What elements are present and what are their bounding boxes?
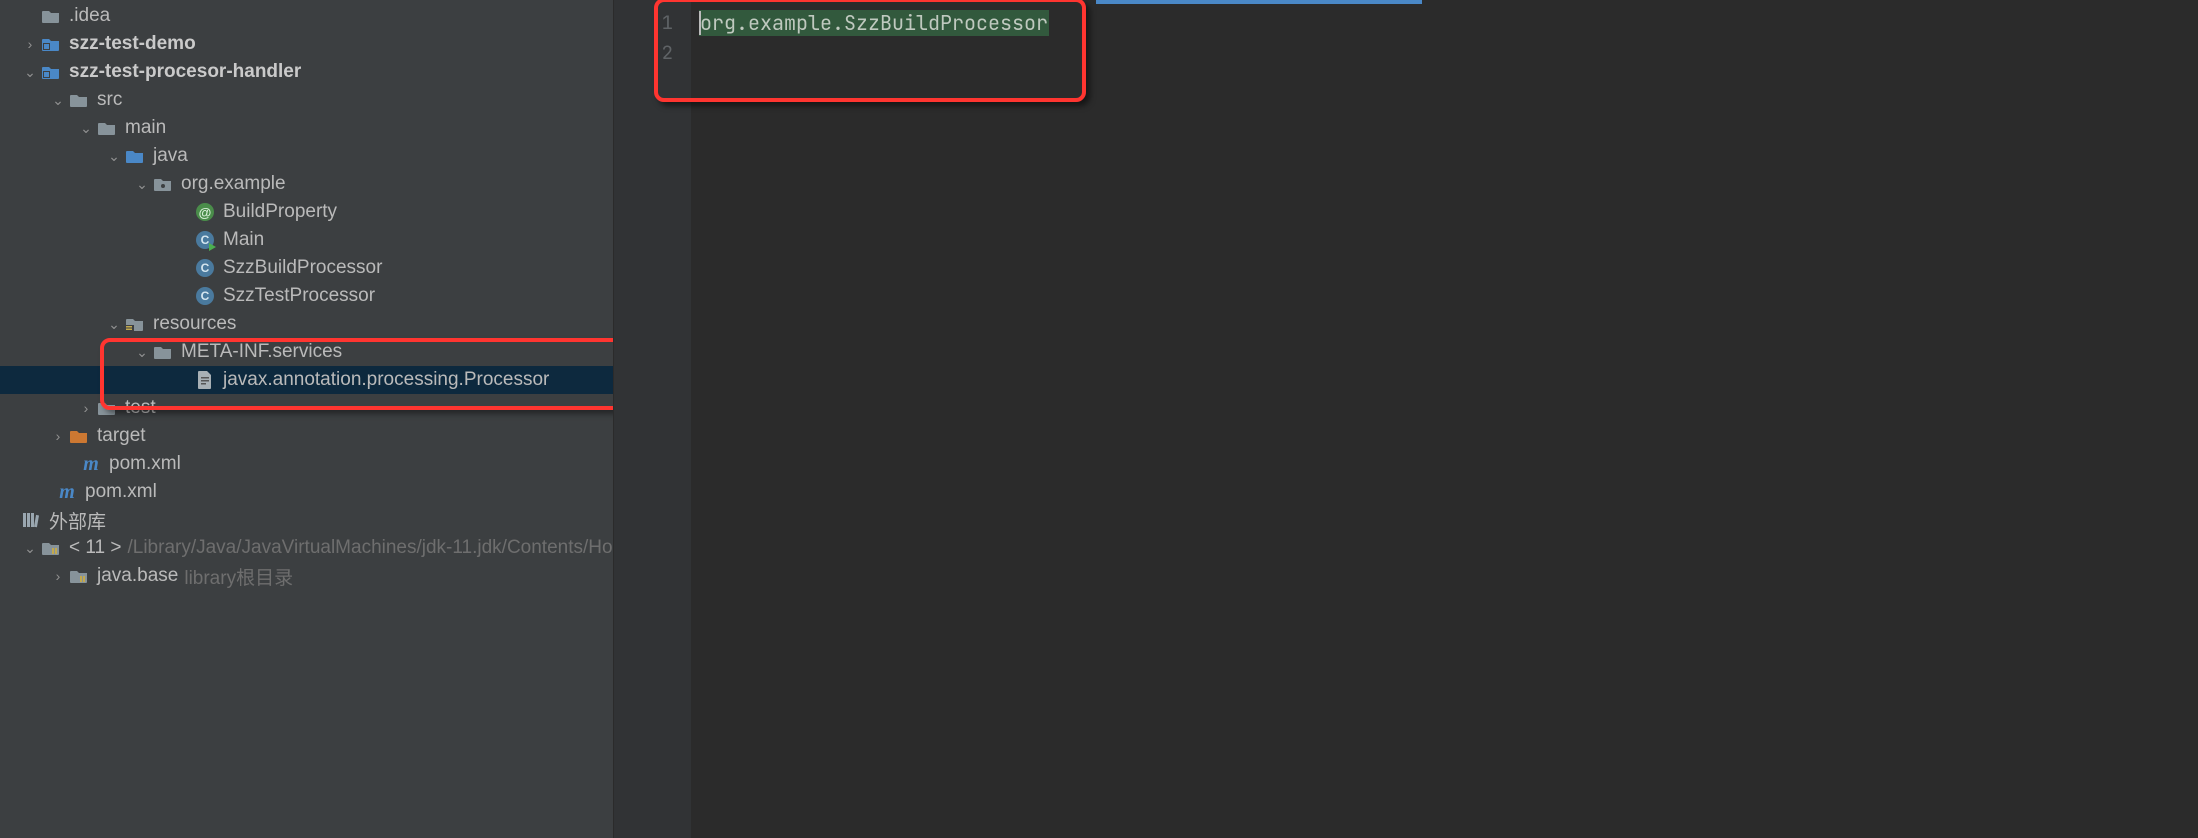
tree-item[interactable]: @ BuildProperty [0, 198, 613, 226]
tree-disclosure-icon[interactable]: ⌄ [132, 344, 152, 361]
folder-gray-icon [96, 397, 118, 419]
tree-disclosure-icon[interactable]: ⌄ [20, 540, 40, 557]
lib-icon [20, 509, 42, 531]
tree-item-label: pom.xml [109, 453, 181, 475]
tree-item[interactable]: C Main [0, 226, 613, 254]
tree-item[interactable]: ⌄ szz-test-procesor-handler [0, 58, 613, 86]
folder-gray-icon [96, 117, 118, 139]
tree-disclosure-icon[interactable]: ⌄ [76, 120, 96, 137]
active-tab-indicator [1096, 0, 1422, 4]
tree-disclosure-icon[interactable]: › [20, 36, 40, 52]
line-number: 2 [614, 38, 691, 68]
tree-disclosure-icon[interactable]: ⌄ [104, 148, 124, 165]
tree-disclosure-icon[interactable]: ⌄ [104, 316, 124, 333]
runclass-icon: C [194, 229, 216, 251]
tree-item[interactable]: › test [0, 394, 613, 422]
tree-item-label: test [125, 397, 156, 419]
tree-item[interactable]: ⌄ META-INF.services [0, 338, 613, 366]
tree-item[interactable]: .idea [0, 2, 613, 30]
editor-gutter: 1 2 [613, 0, 691, 838]
folder-lib-icon [40, 537, 62, 559]
tree-disclosure-icon[interactable]: › [76, 400, 96, 416]
tree-item[interactable]: ⌄ src [0, 86, 613, 114]
tree-item[interactable]: 外部库 [0, 506, 613, 534]
tree-item-label: < 11 > [69, 537, 121, 559]
editor-line-1[interactable]: org.example.SzzBuildProcessor [699, 10, 1049, 36]
tree-disclosure-icon[interactable]: ⌄ [132, 176, 152, 193]
tree-item-label: SzzBuildProcessor [223, 257, 382, 279]
module-icon [40, 61, 62, 83]
file-icon [194, 369, 216, 391]
tree-item-label: target [97, 425, 146, 447]
tree-item-label: java.base [97, 565, 178, 587]
tree-item-label: src [97, 89, 122, 111]
tree-item-label: szz-test-procesor-handler [69, 61, 301, 83]
folder-lib-icon [68, 565, 90, 587]
class-icon: C [194, 257, 216, 279]
tree-disclosure-icon[interactable]: ⌄ [48, 92, 68, 109]
tree-item-label: .idea [69, 5, 110, 27]
tree-item-label: resources [153, 313, 236, 335]
tree-item-label: szz-test-demo [69, 33, 196, 55]
tree-item[interactable]: ⌄ org.example [0, 170, 613, 198]
folder-gray-icon [68, 89, 90, 111]
tree-item[interactable]: › target [0, 422, 613, 450]
tree-item-label: pom.xml [85, 481, 157, 503]
tree-item[interactable]: m pom.xml [0, 450, 613, 478]
tree-item[interactable]: javax.annotation.processing.Processor [0, 366, 613, 394]
folder-target-icon [68, 425, 90, 447]
module-icon [40, 33, 62, 55]
tree-item[interactable]: ⌄ < 11 > /Library/Java/JavaVirtualMachines… [0, 534, 613, 562]
tree-disclosure-icon[interactable]: › [48, 568, 68, 584]
maven-icon: m [80, 453, 102, 475]
tree-item[interactable]: ⌄ resources [0, 310, 613, 338]
tree-item[interactable]: ⌄ main [0, 114, 613, 142]
tree-item-suffix: /Library/Java/JavaVirtualMachines/jdk-11… [127, 537, 612, 559]
tree-disclosure-icon[interactable]: ⌄ [20, 64, 40, 81]
tree-item-label: org.example [181, 173, 286, 195]
tree-item-label: javax.annotation.processing.Processor [223, 369, 549, 391]
tree-disclosure-icon[interactable]: › [48, 428, 68, 444]
tree-item-label: java [153, 145, 188, 167]
folder-res-icon [124, 313, 146, 335]
tree-item-label: 外部库 [49, 507, 106, 534]
class-icon: C [194, 285, 216, 307]
tree-item-suffix: library根目录 [184, 563, 293, 590]
tree-item[interactable]: C SzzTestProcessor [0, 282, 613, 310]
tree-item[interactable]: › java.base library根目录 [0, 562, 613, 590]
tree-item[interactable]: m pom.xml [0, 478, 613, 506]
folder-gray-icon [40, 5, 62, 27]
tree-item-label: Main [223, 229, 264, 251]
folder-gray-icon [152, 341, 174, 363]
tree-item-label: SzzTestProcessor [223, 285, 375, 307]
tree-item[interactable]: › szz-test-demo [0, 30, 613, 58]
tree-item[interactable]: C SzzBuildProcessor [0, 254, 613, 282]
tree-item-label: BuildProperty [223, 201, 337, 223]
folder-src-icon [124, 145, 146, 167]
text-caret [699, 11, 701, 35]
editor-pane[interactable]: org.example.SzzBuildProcessor [691, 0, 2198, 838]
package-icon [152, 173, 174, 195]
tree-item-label: main [125, 117, 166, 139]
project-tree-panel: .idea›szz-test-demo⌄szz-test-procesor-ha… [0, 0, 613, 838]
maven-icon: m [56, 481, 78, 503]
line-number: 1 [614, 8, 691, 38]
interface-icon: @ [194, 201, 216, 223]
tree-item[interactable]: ⌄ java [0, 142, 613, 170]
tree-item-label: META-INF.services [181, 341, 342, 363]
